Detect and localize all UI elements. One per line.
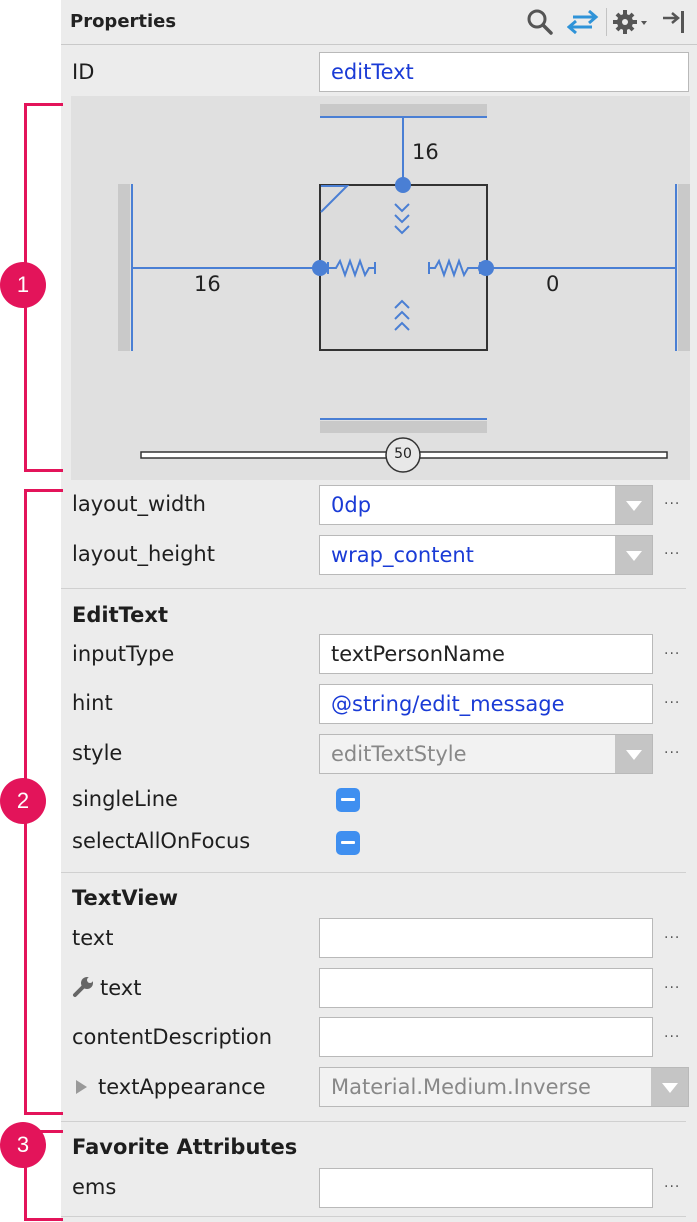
layout-width-dropdown[interactable]: 0dp bbox=[319, 485, 653, 525]
id-field[interactable]: editText bbox=[319, 52, 689, 92]
chevron-down-icon[interactable] bbox=[651, 1068, 688, 1106]
hint-more[interactable]: ... bbox=[664, 691, 680, 707]
divider bbox=[61, 1216, 686, 1217]
inputtype-label: inputType bbox=[72, 642, 175, 666]
contentdescription-label: contentDescription bbox=[72, 1025, 273, 1049]
textview-section-title: TextView bbox=[72, 886, 179, 910]
hint-label: hint bbox=[72, 691, 113, 715]
left-margin-value[interactable]: 16 bbox=[194, 272, 221, 296]
inputtype-more[interactable]: ... bbox=[664, 642, 680, 658]
chevron-down-icon[interactable] bbox=[615, 735, 652, 773]
selectallonfocus-checkbox[interactable] bbox=[336, 831, 360, 855]
tools-text-more[interactable]: ... bbox=[664, 976, 680, 992]
panel-title: Properties bbox=[70, 11, 177, 32]
tools-text-field[interactable] bbox=[319, 968, 653, 1008]
top-margin-value[interactable]: 16 bbox=[412, 140, 439, 164]
id-label: ID bbox=[72, 60, 95, 84]
expand-triangle-icon[interactable] bbox=[75, 1079, 89, 1095]
ems-field[interactable] bbox=[319, 1168, 653, 1208]
chevron-down-icon[interactable] bbox=[615, 536, 652, 574]
selectallonfocus-label: selectAllOnFocus bbox=[72, 829, 251, 853]
search-icon[interactable] bbox=[526, 8, 554, 36]
divider bbox=[61, 872, 686, 873]
text-field[interactable] bbox=[319, 918, 653, 958]
layout-width-value: 0dp bbox=[331, 493, 372, 517]
bias-slider-handle[interactable]: 50 bbox=[386, 446, 420, 462]
hint-field[interactable]: @string/edit_message bbox=[319, 684, 653, 724]
contentdescription-more[interactable]: ... bbox=[664, 1025, 680, 1041]
pin-icon[interactable] bbox=[660, 8, 688, 36]
textappearance-dropdown[interactable]: Material.Medium.Inverse bbox=[319, 1067, 689, 1107]
layout-width-label: layout_width bbox=[72, 492, 206, 516]
contentdescription-field[interactable] bbox=[319, 1017, 653, 1057]
chevron-down-icon[interactable] bbox=[615, 486, 652, 524]
textappearance-label: textAppearance bbox=[98, 1075, 266, 1099]
layout-height-label: layout_height bbox=[72, 542, 215, 566]
right-margin-value[interactable]: 0 bbox=[546, 272, 559, 296]
singleline-checkbox[interactable] bbox=[336, 788, 360, 812]
swap-icon[interactable] bbox=[567, 10, 599, 34]
constraint-diagram bbox=[118, 104, 690, 473]
callout-badge-3: 3 bbox=[0, 1122, 46, 1168]
divider bbox=[61, 1121, 686, 1122]
tools-text-label: text bbox=[100, 976, 142, 1000]
style-label: style bbox=[72, 741, 123, 765]
ems-label: ems bbox=[72, 1175, 117, 1199]
header-separator bbox=[606, 8, 607, 36]
divider bbox=[61, 588, 686, 589]
text-label: text bbox=[72, 926, 114, 950]
edittext-section-title: EditText bbox=[72, 603, 168, 627]
callout-badge-1: 1 bbox=[0, 262, 46, 308]
style-value: editTextStyle bbox=[331, 742, 467, 766]
ems-more[interactable]: ... bbox=[664, 1175, 680, 1191]
textappearance-value: Material.Medium.Inverse bbox=[331, 1075, 591, 1099]
layout-height-value: wrap_content bbox=[331, 543, 474, 567]
gear-icon[interactable] bbox=[612, 8, 650, 36]
inputtype-field[interactable]: textPersonName bbox=[319, 634, 653, 674]
singleline-label: singleLine bbox=[72, 787, 178, 811]
layout-width-more[interactable]: ... bbox=[664, 492, 680, 508]
layout-height-dropdown[interactable]: wrap_content bbox=[319, 535, 653, 575]
wrench-icon bbox=[73, 977, 93, 997]
style-dropdown[interactable]: editTextStyle bbox=[319, 734, 653, 774]
favorites-section-title: Favorite Attributes bbox=[72, 1135, 298, 1159]
style-more[interactable]: ... bbox=[664, 741, 680, 757]
callout-badge-2: 2 bbox=[0, 778, 46, 824]
layout-height-more[interactable]: ... bbox=[664, 542, 680, 558]
text-more[interactable]: ... bbox=[664, 926, 680, 942]
